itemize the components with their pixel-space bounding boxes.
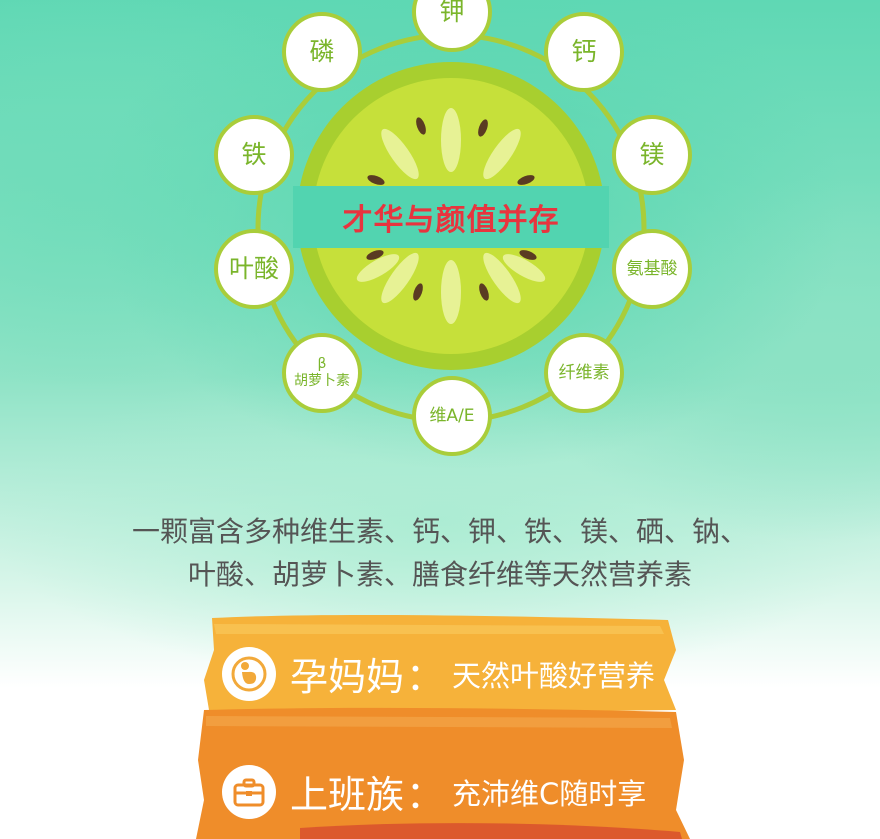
nutrient-node-magnesium: 镁	[612, 115, 692, 195]
nutrient-label: 铁	[241, 140, 267, 170]
title-banner: 才华与颜值并存	[293, 186, 609, 248]
briefcase-icon	[222, 764, 276, 819]
nutrient-label: 氨基酸	[626, 258, 678, 279]
nutrient-label: 维A/E	[429, 405, 475, 426]
nutrient-node-amino-acid: 氨基酸	[612, 229, 692, 309]
pregnant-woman-icon	[222, 646, 276, 701]
beta-symbol: β	[317, 356, 327, 373]
carotene-label: 胡萝卜素	[294, 373, 350, 389]
nutrient-node-calcium: 钙	[544, 12, 624, 92]
nutrient-label: 镁	[639, 140, 665, 170]
audience-row-pregnant: 孕妈妈 ： 天然叶酸好营养	[222, 646, 655, 701]
audience-benefit: 天然叶酸好营养	[452, 658, 656, 693]
nutrient-node-phosphorus: 磷	[282, 12, 362, 92]
nutrient-node-carotene: β 胡萝卜素	[282, 333, 362, 413]
nutrient-diagram: 才华与颜值并存 钾 钙 镁 氨基酸 纤维素 维A/E β 胡萝卜素 叶酸 铁 磷	[0, 0, 880, 470]
nutrient-node-vitamin-ae: 维A/E	[412, 376, 492, 456]
banner-title: 才华与颜值并存	[342, 203, 560, 238]
description-line-1: 一颗富含多种维生素、钙、钾、铁、镁、硒、钠、	[131, 515, 748, 548]
nutrient-label: 钾	[439, 0, 465, 27]
nutrient-label: 钙	[571, 37, 597, 67]
audience-row-office-worker: 上班族 ： 充沛维C随时享	[222, 764, 646, 819]
audience-title: 上班族	[290, 773, 405, 817]
nutrient-label: 叶酸	[228, 254, 279, 284]
nutrient-node-folic-acid: 叶酸	[214, 229, 294, 309]
audience-title: 孕妈妈	[290, 655, 405, 699]
nutrient-node-iron: 铁	[214, 115, 294, 195]
nutrient-label: 磷	[309, 37, 335, 67]
description-line-2: 叶酸、胡萝卜素、膳食纤维等天然营养素	[187, 558, 692, 591]
nutrient-label: 纤维素	[558, 362, 610, 383]
audience-colon: ：	[406, 655, 445, 699]
nutrient-label: β 胡萝卜素	[294, 356, 350, 390]
audience-colon: ：	[406, 773, 445, 817]
nutrient-node-fiber: 纤维素	[544, 333, 624, 413]
audience-benefit: 充沛维C随时享	[452, 776, 647, 811]
